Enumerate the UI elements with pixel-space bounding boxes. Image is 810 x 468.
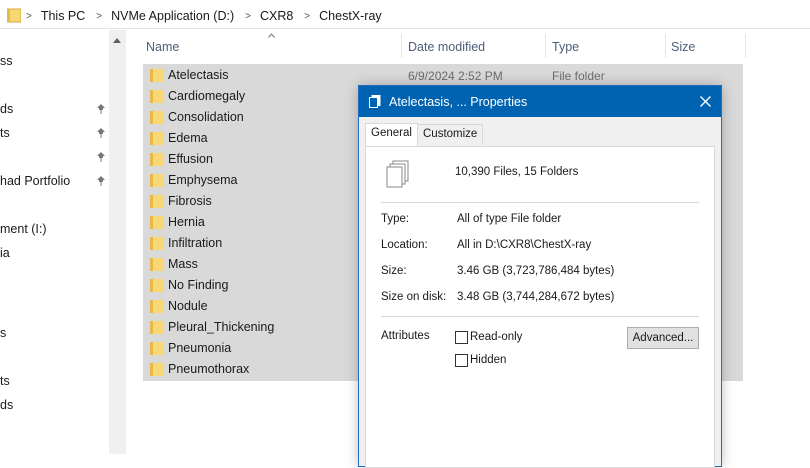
separator <box>381 316 699 317</box>
breadcrumb: > This PC > NVMe Application (D:) > CXR8 > Ches… <box>26 4 393 28</box>
breadcrumb-chevron-icon[interactable]: > <box>96 11 102 22</box>
advanced-button[interactable]: Advanced... <box>627 327 699 349</box>
hidden-label[interactable]: Hidden <box>470 354 506 366</box>
folder-icon <box>150 279 164 292</box>
breadcrumb-item[interactable]: CXR8 <box>260 9 293 23</box>
file-name: Fibrosis <box>168 194 212 208</box>
folder-icon <box>150 342 164 355</box>
properties-dialog: Atelectasis, ... Properties General Cust… <box>358 85 722 468</box>
file-name: Hernia <box>168 215 205 229</box>
nav-item[interactable]: s <box>0 326 6 340</box>
location-value: All in D:\CXR8\ChestX-ray <box>457 239 592 251</box>
file-name: Infiltration <box>168 236 223 250</box>
file-name: Pleural_Thickening <box>168 320 275 334</box>
file-name: Atelectasis <box>168 68 229 82</box>
folder-icon <box>150 195 164 208</box>
breadcrumb-chevron-icon[interactable]: > <box>245 11 251 22</box>
type-label: Type: <box>381 213 410 225</box>
folder-icon <box>7 8 21 23</box>
size-label: Size: <box>381 265 407 277</box>
files-icon <box>369 95 381 108</box>
file-name: Pneumothorax <box>168 362 250 376</box>
column-header-row: Name Date modified Type Size <box>125 32 810 60</box>
column-name[interactable]: Name <box>146 40 179 54</box>
nav-item[interactable]: ds <box>0 398 13 412</box>
selection-summary: 10,390 Files, 15 Folders <box>455 166 579 178</box>
nav-scrollbar[interactable] <box>109 30 126 454</box>
file-type: File folder <box>552 69 605 83</box>
folder-icon <box>150 111 164 124</box>
folder-icon <box>150 321 164 334</box>
folder-icon <box>150 90 164 103</box>
breadcrumb-item[interactable]: This PC <box>41 9 85 23</box>
pin-icon <box>97 176 105 186</box>
folder-icon <box>150 258 164 271</box>
close-icon <box>700 96 711 107</box>
size-on-disk-value: 3.48 GB (3,744,284,672 bytes) <box>457 291 615 303</box>
pin-icon <box>97 152 105 162</box>
file-name: Edema <box>168 131 208 145</box>
breadcrumb-chevron-icon[interactable]: > <box>304 11 310 22</box>
type-value: All of type File folder <box>457 213 562 225</box>
folder-icon <box>150 174 164 187</box>
column-date-modified[interactable]: Date modified <box>408 40 485 54</box>
separator <box>381 202 699 203</box>
dialog-title: Atelectasis, ... Properties <box>389 95 528 109</box>
general-tab-panel: 10,390 Files, 15 Folders Type: All of ty… <box>365 146 715 468</box>
sort-ascending-icon <box>268 33 275 38</box>
file-name: Mass <box>168 257 198 271</box>
file-name: Pneumonia <box>168 341 232 355</box>
nav-item[interactable]: ts <box>0 374 10 388</box>
size-value: 3.46 GB (3,723,786,484 bytes) <box>457 265 615 277</box>
table-row[interactable]: Atelectasis 6/9/2024 2:52 PM File folder <box>143 65 743 86</box>
file-name: Emphysema <box>168 173 238 187</box>
readonly-checkbox[interactable] <box>455 331 468 344</box>
breadcrumb-chevron-icon[interactable]: > <box>26 11 32 22</box>
close-button[interactable] <box>691 86 721 117</box>
tab-general[interactable]: General <box>365 123 418 146</box>
folder-icon <box>150 237 164 250</box>
folder-icon <box>150 300 164 313</box>
breadcrumb-item[interactable]: NVMe Application (D:) <box>111 9 234 23</box>
nav-item[interactable]: ts <box>0 126 10 140</box>
size-on-disk-label: Size on disk: <box>381 291 447 303</box>
nav-item[interactable]: had Portfolio <box>0 174 70 188</box>
pin-icon <box>97 104 105 114</box>
multiple-files-icon <box>386 160 409 188</box>
tab-customize[interactable]: Customize <box>417 124 484 145</box>
folder-icon <box>150 153 164 166</box>
file-name: Cardiomegaly <box>168 89 246 103</box>
file-name: Effusion <box>168 152 213 166</box>
folder-icon <box>150 132 164 145</box>
nav-item[interactable]: ss <box>0 54 13 68</box>
file-date: 6/9/2024 2:52 PM <box>408 69 503 83</box>
file-name: Consolidation <box>168 110 244 124</box>
folder-icon <box>150 69 164 82</box>
dialog-titlebar[interactable]: Atelectasis, ... Properties <box>359 86 721 117</box>
readonly-label[interactable]: Read-only <box>470 331 522 343</box>
location-label: Location: <box>381 239 428 251</box>
scroll-up-arrow-icon[interactable] <box>113 38 121 43</box>
breadcrumb-item[interactable]: ChestX-ray <box>319 9 382 23</box>
hidden-checkbox[interactable] <box>455 354 468 367</box>
file-name: Nodule <box>168 299 208 313</box>
column-size[interactable]: Size <box>671 40 695 54</box>
address-bar[interactable]: > This PC > NVMe Application (D:) > CXR8 > Ches… <box>0 4 810 29</box>
folder-icon <box>150 216 164 229</box>
file-name: No Finding <box>168 278 229 292</box>
nav-item[interactable]: ment (I:) <box>0 222 47 236</box>
folder-icon <box>150 363 164 376</box>
nav-item[interactable]: ia <box>0 246 10 260</box>
pin-icon <box>97 128 105 138</box>
navigation-pane: ss ds ts had Portfolio ment (I:) ia s ts ds <box>0 30 125 454</box>
attributes-label: Attributes <box>381 330 430 342</box>
nav-item[interactable]: ds <box>0 102 13 116</box>
column-type[interactable]: Type <box>552 40 579 54</box>
